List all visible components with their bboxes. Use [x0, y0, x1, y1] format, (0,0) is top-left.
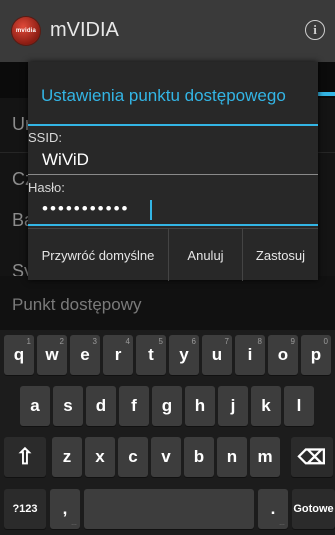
done-key[interactable]: Gotowe [292, 489, 335, 529]
soft-keyboard: ⇧ ⌫ ?123 ,… .… Gotowe q1w2e3r4t5y6u7i8o9… [0, 330, 335, 535]
comma-key-label: , [62, 499, 68, 518]
key-r[interactable]: r4 [103, 335, 133, 375]
key-hint: 2 [59, 337, 64, 346]
dialog-title-divider [28, 124, 318, 126]
ssid-input[interactable]: WiViD [42, 150, 89, 170]
key-q[interactable]: q1 [4, 335, 34, 375]
shift-key[interactable]: ⇧ [4, 437, 46, 477]
key-a[interactable]: a [20, 386, 50, 426]
key-u[interactable]: u7 [202, 335, 232, 375]
key-label: w [45, 345, 59, 364]
key-label: z [62, 447, 72, 466]
key-label: a [30, 396, 40, 415]
info-icon[interactable]: i [305, 20, 325, 40]
apply-button[interactable]: Zastosuj [242, 229, 318, 281]
key-label: g [161, 396, 173, 415]
key-label: q [13, 345, 25, 364]
key-g[interactable]: g [152, 386, 182, 426]
key-h[interactable]: h [185, 386, 215, 426]
app-title: mVIDIA [50, 19, 119, 41]
key-label: h [194, 396, 206, 415]
hotspot-settings-dialog: Ustawienia punktu dostępowego SSID: WiVi… [28, 62, 318, 281]
key-s[interactable]: s [53, 386, 83, 426]
key-label: j [230, 396, 236, 415]
app-logo-text: mvidia [15, 28, 37, 34]
key-c[interactable]: c [118, 437, 148, 477]
ssid-underline [28, 174, 318, 175]
key-j[interactable]: j [218, 386, 248, 426]
key-hint: 4 [125, 337, 130, 346]
key-label: c [128, 447, 138, 466]
key-label: i [247, 345, 253, 364]
dialog-title: Ustawienia punktu dostępowego [41, 86, 286, 105]
key-label: t [148, 345, 154, 364]
key-hint: 0 [323, 337, 328, 346]
password-underline [28, 224, 318, 226]
action-bar: mvidia mVIDIA i [0, 0, 335, 62]
key-label: x [95, 447, 105, 466]
dialog-button-bar: Przywróć domyślne Anuluj Zastosuj [28, 228, 318, 281]
ssid-label: SSID: [28, 130, 62, 145]
key-v[interactable]: v [151, 437, 181, 477]
key-t[interactable]: t5 [136, 335, 166, 375]
space-key[interactable] [84, 489, 254, 529]
key-z[interactable]: z [52, 437, 82, 477]
key-n[interactable]: n [217, 437, 247, 477]
key-hint: 9 [290, 337, 295, 346]
key-label: y [179, 345, 189, 364]
key-b[interactable]: b [184, 437, 214, 477]
key-p[interactable]: p0 [301, 335, 331, 375]
key-label: v [161, 447, 171, 466]
backspace-key[interactable]: ⌫ [291, 437, 333, 477]
key-label: f [131, 396, 137, 415]
comma-key[interactable]: ,… [50, 489, 80, 529]
key-label: m [257, 447, 273, 466]
password-label: Hasło: [28, 180, 65, 195]
key-m[interactable]: m [250, 437, 280, 477]
key-x[interactable]: x [85, 437, 115, 477]
hotspot-row[interactable]: Punkt dostępowy [0, 276, 335, 330]
key-w[interactable]: w2 [37, 335, 67, 375]
app-logo: mvidia [12, 17, 40, 45]
key-k[interactable]: k [251, 386, 281, 426]
key-label: b [193, 447, 205, 466]
period-key[interactable]: .… [258, 489, 288, 529]
key-o[interactable]: o9 [268, 335, 298, 375]
key-label: e [80, 345, 90, 364]
key-f[interactable]: f [119, 386, 149, 426]
key-y[interactable]: y6 [169, 335, 199, 375]
key-l[interactable]: l [284, 386, 314, 426]
symbols-key[interactable]: ?123 [4, 489, 46, 529]
key-d[interactable]: d [86, 386, 116, 426]
period-key-label: . [270, 499, 276, 518]
hotspot-row-label: Punkt dostępowy [12, 295, 142, 314]
restore-defaults-button[interactable]: Przywróć domyślne [28, 229, 168, 281]
key-label: r [114, 345, 122, 364]
password-input[interactable]: ••••••••••• [42, 199, 129, 219]
text-cursor [150, 200, 152, 220]
key-label: n [226, 447, 238, 466]
key-e[interactable]: e3 [70, 335, 100, 375]
key-hint: 7 [224, 337, 229, 346]
key-label: d [95, 396, 107, 415]
key-label: o [277, 345, 289, 364]
key-hint: 5 [158, 337, 163, 346]
key-label: s [63, 396, 73, 415]
key-hint: 6 [191, 337, 196, 346]
key-label: u [211, 345, 223, 364]
key-hint: 8 [257, 337, 262, 346]
key-label: l [296, 396, 302, 415]
key-i[interactable]: i8 [235, 335, 265, 375]
cancel-button[interactable]: Anuluj [168, 229, 242, 281]
key-hint: 1 [26, 337, 31, 346]
key-label: k [261, 396, 271, 415]
key-label: p [310, 345, 322, 364]
key-hint: 3 [92, 337, 97, 346]
